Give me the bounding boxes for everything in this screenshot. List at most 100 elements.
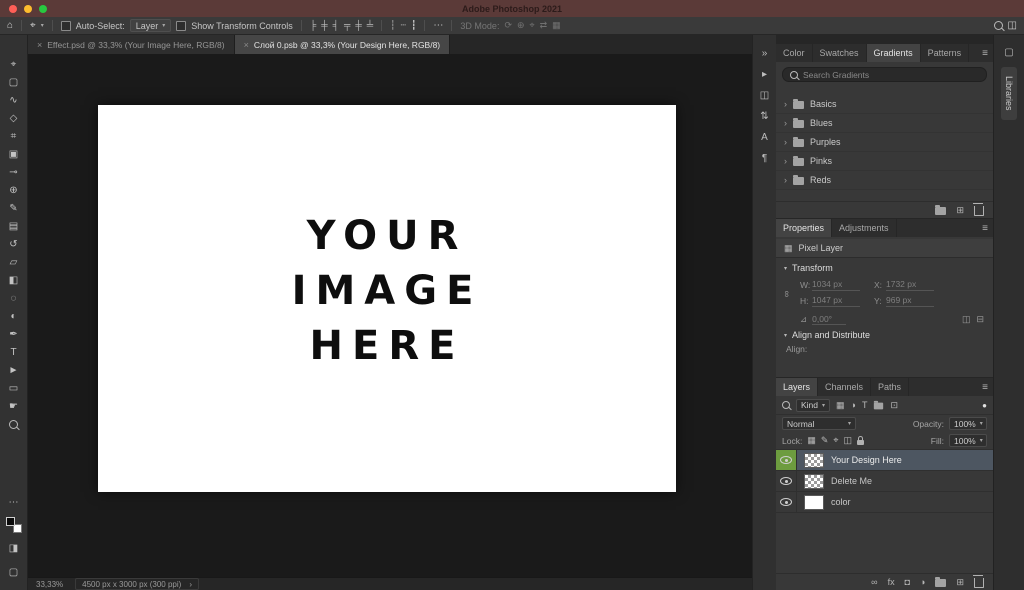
tab-properties[interactable]: Properties [776, 219, 832, 237]
more-align-options-icon[interactable]: ⋯ [433, 21, 443, 31]
expand-chevron-icon[interactable]: › [784, 175, 787, 185]
layer-row-color[interactable]: color [776, 492, 993, 513]
search-icon[interactable] [994, 21, 1003, 30]
tool-blur[interactable]: ◌ [0, 289, 27, 307]
layer-thumbnail[interactable] [804, 495, 824, 510]
tool-move[interactable]: ⌖ [0, 55, 27, 73]
distribute-horizontal-icon[interactable]: ┄ [401, 21, 406, 30]
layer-visibility-cell[interactable] [776, 450, 797, 470]
expand-chevron-icon[interactable]: › [784, 99, 787, 109]
tool-quick-selection[interactable]: ◇ [0, 109, 27, 127]
tool-path-selection[interactable]: ► [0, 361, 27, 379]
tab-swatches[interactable]: Swatches [813, 44, 867, 62]
expand-chevron-icon[interactable]: › [784, 156, 787, 166]
tab-paths[interactable]: Paths [871, 378, 909, 396]
filter-pixel-icon[interactable]: ▦ [836, 401, 845, 410]
screen-mode-icon[interactable]: ▢ [6, 563, 22, 581]
tool-eraser[interactable]: ▱ [0, 253, 27, 271]
foreground-color-swatch[interactable] [6, 517, 15, 526]
angle-field[interactable]: 0,00° [812, 314, 846, 325]
align-top-icon[interactable]: ╤ [344, 21, 350, 30]
tool-zoom[interactable] [0, 415, 27, 433]
gradient-folder-purples[interactable]: › Purples [776, 133, 993, 152]
layer-visibility-cell[interactable] [776, 492, 797, 512]
workspace-switcher-icon[interactable]: ◫ [1008, 21, 1017, 31]
lock-artboard-icon[interactable]: ◫ [843, 436, 852, 445]
filter-type-icon[interactable]: T [862, 401, 868, 410]
y-field[interactable]: 969 px [886, 295, 934, 307]
tab-layers[interactable]: Layers [776, 378, 818, 396]
lock-all-icon[interactable] [857, 440, 864, 445]
delete-icon[interactable] [974, 206, 984, 216]
layer-row-delete-me[interactable]: Delete Me [776, 471, 993, 492]
x-field[interactable]: 1732 px [886, 279, 934, 291]
fill-dropdown[interactable]: 100% ▾ [949, 434, 987, 447]
expand-chevron-icon[interactable]: › [784, 137, 787, 147]
tab-adjustments[interactable]: Adjustments [832, 219, 897, 237]
height-field[interactable]: 1047 px [812, 295, 860, 307]
align-section-header[interactable]: ▾ Align and Distribute [776, 325, 993, 342]
panel-menu-icon[interactable]: ≡ [982, 219, 988, 237]
align-center-h-icon[interactable]: ╪ [321, 21, 327, 30]
brush-settings-panel-icon[interactable]: ◫ [760, 91, 769, 101]
gradient-folder-reds[interactable]: › Reds [776, 171, 993, 190]
align-center-v-icon[interactable]: ╪ [355, 21, 361, 30]
panel-menu-icon[interactable]: ≡ [982, 378, 988, 396]
tab-color[interactable]: Color [776, 44, 813, 62]
auto-select-checkbox[interactable] [61, 21, 71, 31]
distribute-spacing-icon[interactable]: ┇ [411, 21, 416, 30]
document-tab-effect[interactable]: × Effect.psd @ 33,3% (Your Image Here, R… [28, 35, 235, 54]
paragraph-panel-icon[interactable]: ¶ [762, 154, 767, 164]
gradient-folder-blues[interactable]: › Blues [776, 114, 993, 133]
new-gradient-icon[interactable]: ⊞ [956, 206, 964, 215]
layer-row-your-design-here[interactable]: Your Design Here [776, 450, 993, 471]
lock-paint-icon[interactable]: ✎ [821, 436, 829, 445]
layer-name[interactable]: Your Design Here [831, 455, 902, 465]
expand-chevron-icon[interactable]: › [784, 118, 787, 128]
align-right-icon[interactable]: ╡ [333, 21, 339, 30]
home-icon[interactable]: ⌂ [7, 21, 13, 31]
tool-clone-stamp[interactable]: ▤ [0, 217, 27, 235]
layer-thumbnail[interactable] [804, 474, 824, 489]
new-layer-icon[interactable]: ⊞ [956, 578, 964, 587]
layer-name[interactable]: color [831, 497, 851, 507]
color-swatches[interactable] [6, 517, 22, 533]
filter-group-icon[interactable] [874, 403, 883, 410]
actions-panel-icon[interactable]: ▸ [762, 70, 767, 80]
filter-kind-dropdown[interactable]: Kind ▾ [796, 399, 830, 412]
document-tab-sloy0[interactable]: × Слой 0.psb @ 33,3% (Your Design Here, … [235, 35, 451, 54]
align-bottom-icon[interactable]: ╧ [367, 21, 373, 30]
close-tab-icon[interactable]: × [244, 40, 249, 50]
filter-adjustment-icon[interactable]: ◑ [851, 401, 856, 410]
layer-mask-icon[interactable]: ◘ [905, 578, 910, 587]
tool-gradient[interactable]: ◧ [0, 271, 27, 289]
character-panel-icon[interactable]: A [761, 133, 768, 143]
canvas-area[interactable]: YOUR IMAGE HERE [28, 54, 752, 577]
width-field[interactable]: 1034 px [812, 279, 860, 291]
tab-gradients[interactable]: Gradients [867, 44, 921, 62]
adjustment-layer-icon[interactable]: ◑ [920, 578, 925, 587]
clone-source-panel-icon[interactable]: ⇅ [760, 112, 768, 122]
close-tab-icon[interactable]: × [37, 40, 42, 50]
tool-history-brush[interactable]: ↺ [0, 235, 27, 253]
align-left-icon[interactable]: ╞ [310, 21, 316, 30]
flip-vertical-icon[interactable]: ⊟ [976, 314, 984, 325]
tool-rectangular-marquee[interactable]: ▢ [0, 73, 27, 91]
new-group-icon[interactable] [935, 207, 946, 215]
tool-lasso[interactable]: ∿ [0, 91, 27, 109]
tab-channels[interactable]: Channels [818, 378, 871, 396]
delete-layer-icon[interactable] [974, 578, 984, 588]
gradients-search-input[interactable]: Search Gradients [782, 67, 987, 82]
tool-frame[interactable]: ▣ [0, 145, 27, 163]
tool-brush[interactable]: ✎ [0, 199, 27, 217]
blend-mode-dropdown[interactable]: Normal ▾ [782, 417, 856, 430]
tab-patterns[interactable]: Patterns [921, 44, 970, 62]
show-transform-checkbox[interactable] [176, 21, 186, 31]
tool-dodge[interactable]: ◐ [0, 307, 27, 325]
layer-visibility-cell[interactable] [776, 471, 797, 491]
panel-menu-icon[interactable]: ≡ [982, 44, 988, 62]
filter-toggle-icon[interactable]: ● [982, 401, 987, 410]
gradient-folder-pinks[interactable]: › Pinks [776, 152, 993, 171]
tool-shape[interactable]: ▭ [0, 379, 27, 397]
toolbar-more-icon[interactable]: ⋯ [6, 493, 22, 511]
